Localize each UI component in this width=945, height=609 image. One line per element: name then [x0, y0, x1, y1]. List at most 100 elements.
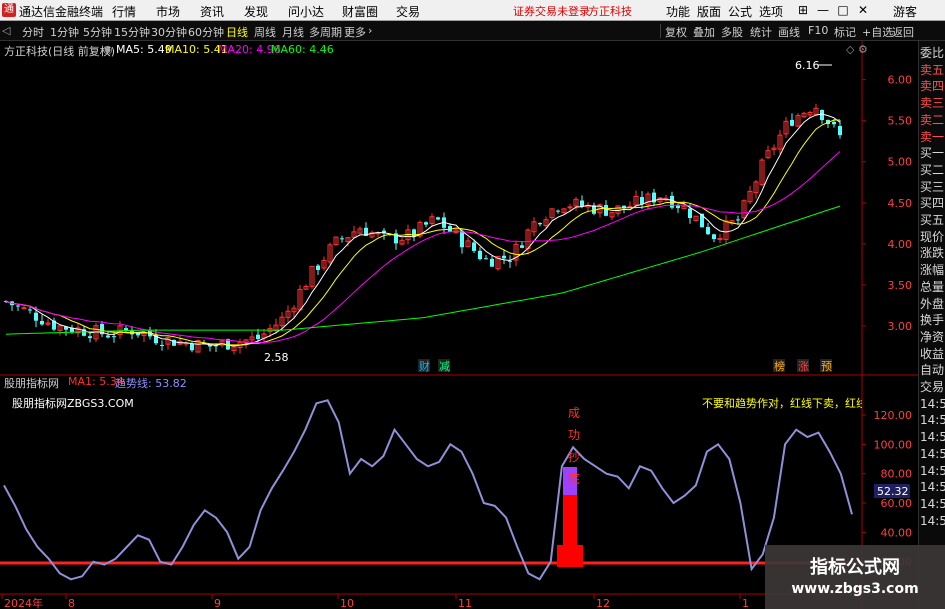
quote-row-25: 14:56: [920, 463, 945, 478]
candle-body: [340, 238, 344, 240]
maximize-icon[interactable]: □: [834, 2, 852, 18]
quote-row-11: 现价: [920, 229, 945, 244]
skin-icon[interactable]: ⊞: [794, 2, 812, 18]
stock-label: 方正科技(日线 前复权): [4, 45, 116, 58]
menu-discover[interactable]: 发现: [244, 3, 268, 20]
menu-ask[interactable]: 问小达: [288, 3, 324, 20]
tab-period-daily[interactable]: 日线: [226, 24, 248, 40]
quote-row-21: 14:56: [920, 396, 945, 411]
tab-period-minute[interactable]: 分时: [22, 24, 44, 40]
price-tick-label: 3.50: [888, 279, 913, 292]
chart-options-icon[interactable]: ◇ ⚙: [846, 43, 868, 56]
kline-chart[interactable]: 6.00 5.50 5.00 4.50 4.00 3.50 3.00 6.16 2.58 财减 榜涨…: [0, 41, 918, 609]
tool-statistics[interactable]: 统计: [750, 24, 772, 40]
tab-period-multi[interactable]: 多周期: [309, 24, 342, 40]
indicator-title[interactable]: 股朋指标网: [4, 375, 59, 391]
tab-period-more[interactable]: 更多: [344, 24, 366, 40]
current-value-label: 52.32: [877, 485, 909, 498]
tool-draw-line[interactable]: 画线: [778, 24, 800, 40]
tool-overlay[interactable]: 叠加: [693, 24, 715, 40]
candle-body: [88, 336, 92, 339]
quote-row-20: 交易: [920, 380, 945, 394]
candle-body: [627, 205, 633, 208]
minimize-icon[interactable]: —: [814, 2, 832, 18]
menu-trade[interactable]: 交易: [396, 3, 420, 20]
login-status[interactable]: 证券交易未登录: [513, 3, 590, 19]
indicator-tick-label: 100.00: [874, 438, 913, 451]
chart-area[interactable]: 6.00 5.50 5.00 4.50 4.00 3.50 3.00 6.16 2.58 财减 榜涨…: [0, 41, 918, 609]
quote-row-16: 换手: [920, 313, 945, 328]
time-tick-label: 12: [596, 597, 610, 609]
tab-period-15min[interactable]: 15分钟: [114, 24, 150, 40]
tab-period-monthly[interactable]: 月线: [282, 24, 304, 40]
event-marker: 财: [419, 359, 430, 373]
more-chevron-icon[interactable]: ›: [368, 24, 372, 37]
menu-formula[interactable]: 公式: [728, 3, 752, 20]
tool-add-watchlist[interactable]: +自选: [862, 24, 893, 40]
candle-body: [472, 242, 476, 251]
candle-body: [478, 250, 482, 260]
app-logo-icon: 通: [2, 3, 16, 17]
candle-body: [502, 255, 506, 259]
candle-body: [712, 234, 716, 240]
time-tick-label: 10: [340, 597, 354, 609]
tool-mark[interactable]: 标记: [834, 24, 856, 40]
menu-function[interactable]: 功能: [666, 3, 690, 20]
toolbar-back-icon[interactable]: ◁: [2, 24, 10, 37]
candle-body: [604, 205, 608, 216]
quote-row-1: 卖五: [920, 62, 945, 77]
tab-period-30min[interactable]: 30分钟: [151, 24, 187, 40]
candle-body: [34, 312, 38, 321]
time-tick-label: 2024年: [4, 596, 43, 609]
period-toolbar: ◁ 分时 1分钟 5分钟 15分钟 30分钟 60分钟 日线 周线 月线 多周期…: [0, 21, 945, 41]
candle-body: [460, 230, 464, 248]
menu-layout[interactable]: 版面: [697, 3, 721, 20]
watermark-url: www.zbgs3.com: [791, 581, 919, 597]
indicator-tick-label: 40.00: [881, 526, 913, 539]
tool-multi-stock[interactable]: 多股: [721, 24, 743, 40]
tab-period-weekly[interactable]: 周线: [254, 24, 276, 40]
candle-body: [538, 223, 542, 225]
quote-row-10: 买五: [920, 213, 945, 227]
candle-body: [736, 219, 740, 221]
candle-body: [190, 343, 194, 351]
ma5-label: MA5: 5.49: [116, 43, 172, 56]
price-tick-label: 5.00: [888, 156, 913, 169]
candle-body: [556, 210, 560, 212]
toolbar-divider: [660, 24, 661, 38]
candle-body: [790, 119, 794, 126]
tab-period-60min[interactable]: 60分钟: [188, 24, 224, 40]
candle-body: [838, 126, 842, 136]
tool-restore-rights[interactable]: 复权: [665, 24, 687, 40]
low-price-label: 2.58: [264, 351, 289, 364]
menu-wealth[interactable]: 财富圈: [342, 3, 378, 20]
user-label[interactable]: 游客: [893, 3, 917, 20]
quote-row-19: 自动: [920, 363, 945, 378]
candle-body: [490, 258, 494, 267]
watermark-title: 指标公式网: [810, 557, 900, 578]
quote-row-12: 涨跌: [920, 246, 945, 261]
candle-body: [412, 229, 416, 237]
time-tick-label: 1: [742, 597, 749, 609]
candle-body: [424, 222, 428, 225]
menu-news[interactable]: 资讯: [200, 3, 224, 20]
quote-row-13: 涨幅: [920, 263, 945, 278]
menu-bar: 通 通达信金融终端 行情 市场 资讯 发现 问小达 财富圈 交易 证券交易未登录…: [0, 0, 945, 21]
quote-row-14: 总量: [920, 279, 945, 294]
tab-period-1min[interactable]: 1分钟: [50, 24, 79, 40]
candle-body: [112, 336, 116, 338]
quote-row-15: 外盘: [920, 296, 945, 311]
ma-settings-icon[interactable]: ◉: [103, 43, 113, 56]
tab-period-5min[interactable]: 5分钟: [83, 24, 112, 40]
menu-market[interactable]: 市场: [156, 3, 180, 20]
tool-back[interactable]: 返回: [892, 24, 914, 40]
candle-body: [832, 121, 836, 125]
tool-f10[interactable]: F10: [808, 24, 828, 37]
app-title: 通达信金融终端: [19, 5, 104, 19]
main-pane: 6.00 5.50 5.00 4.50 4.00 3.50 3.00 6.16 2.58 财减 榜涨…: [4, 59, 912, 373]
candle-body: [717, 237, 723, 240]
menu-quotes[interactable]: 行情: [112, 3, 136, 20]
menu-options[interactable]: 选项: [759, 3, 783, 20]
close-icon[interactable]: ✕: [854, 2, 872, 18]
ma60-label: MA60: 4.46: [271, 43, 334, 56]
